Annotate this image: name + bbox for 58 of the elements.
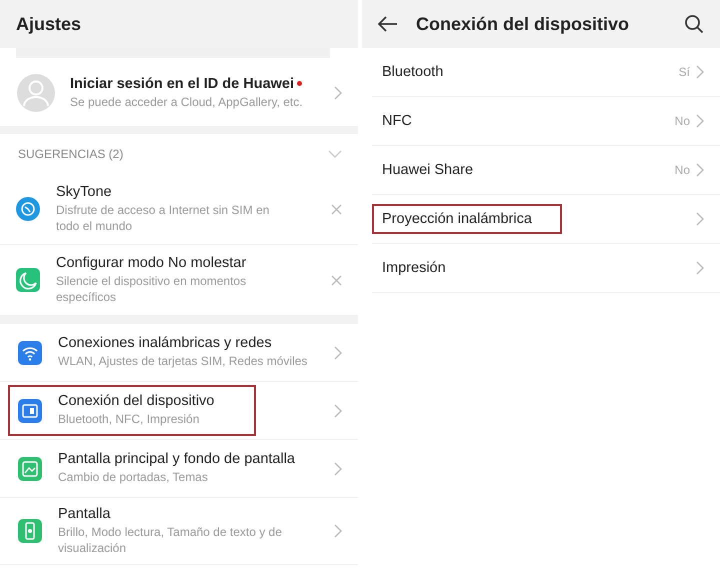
devices-icon <box>18 398 42 422</box>
suggestion-item[interactable]: SkyTone Disfrute de acceso a Internet sin SIM en todo el mundo <box>0 174 358 245</box>
section-header: SUGERENCIAS (2) <box>18 147 124 161</box>
item-title: Pantalla principal y fondo de pantalla <box>58 451 296 468</box>
item-title: Conexiones inalámbricas y redes <box>58 335 273 352</box>
chevron-icon <box>696 163 704 177</box>
item-title: Conexión del dispositivo <box>58 393 216 410</box>
chevron-icon <box>334 524 342 538</box>
chevron-icon <box>334 86 342 100</box>
chevron-icon <box>334 404 342 418</box>
item-subtitle: Silencie el dispositivo en momentos específicos <box>56 272 248 306</box>
settings-item[interactable]: Pantalla principal y fondo de pantalla Cambio de portadas, Temas <box>0 440 358 498</box>
chevron-icon <box>696 114 704 128</box>
chevron-icon <box>334 346 342 360</box>
account-row[interactable]: Iniciar sesión en el ID de Huawei Se puede acceder a Cloud, AppGallery, etc. <box>0 60 358 126</box>
settings-item[interactable]: Pantalla Brillo, Modo lectura, Tamaño de texto y de visualización <box>0 498 358 566</box>
list-item[interactable]: Proyección inalámbrica <box>372 195 720 244</box>
chevron-icon <box>696 212 704 226</box>
list-item[interactable]: Impresión <box>372 244 720 293</box>
item-title: Pantalla <box>58 506 112 522</box>
account-subtitle: Se puede acceder a Cloud, AppGallery, etc. <box>70 94 304 110</box>
chevron-icon[interactable] <box>328 150 342 158</box>
globe-icon <box>16 197 40 221</box>
item-label: Huawei Share <box>381 161 474 180</box>
image-icon <box>18 456 42 480</box>
account-title: Iniciar sesión en el ID de Huawei <box>70 76 294 92</box>
settings-item[interactable]: Conexión del dispositivo Bluetooth, NFC, Impresión <box>0 382 358 440</box>
chevron-icon <box>334 462 342 476</box>
item-label: Impresión <box>381 259 447 278</box>
wifi-icon <box>18 340 42 364</box>
item-subtitle: WLAN, Ajustes de tarjetas SIM, Redes móviles <box>58 353 308 370</box>
phone-icon <box>18 519 42 544</box>
avatar-icon <box>16 73 56 113</box>
item-title: SkyTone <box>56 184 113 200</box>
list-item[interactable]: Bluetooth Sí <box>372 48 720 97</box>
moon-icon <box>16 268 40 292</box>
item-label: NFC <box>381 112 413 131</box>
item-subtitle: Bluetooth, NFC, Impresión <box>58 411 200 428</box>
back-arrow-icon[interactable] <box>378 16 398 32</box>
item-value: No <box>674 163 690 177</box>
close-icon[interactable] <box>331 204 342 214</box>
list-item[interactable]: Huawei Share No <box>372 146 720 195</box>
item-label: Proyección inalámbrica <box>372 204 562 234</box>
screen-title: Ajustes <box>16 14 82 34</box>
item-value: Sí <box>678 65 690 79</box>
item-subtitle: Cambio de portadas, Temas <box>58 469 209 486</box>
screen-title: Conexión del dispositivo <box>416 14 630 34</box>
chevron-icon <box>696 261 704 275</box>
item-title: Configurar modo No molestar <box>56 254 248 271</box>
item-subtitle: Brillo, Modo lectura, Tamaño de texto y de visualización <box>58 524 283 556</box>
close-icon[interactable] <box>331 274 342 286</box>
search-icon[interactable] <box>684 14 704 34</box>
item-value: No <box>674 114 690 128</box>
item-subtitle: Disfrute de acceso a Internet sin SIM en todo el mundo <box>56 202 270 234</box>
item-label: Bluetooth <box>381 63 444 82</box>
settings-item[interactable]: Conexiones inalámbricas y redes WLAN, Ajustes de tarjetas SIM, Redes móviles <box>0 324 358 382</box>
chevron-icon <box>696 65 704 79</box>
list-item[interactable]: NFC No <box>372 97 720 146</box>
